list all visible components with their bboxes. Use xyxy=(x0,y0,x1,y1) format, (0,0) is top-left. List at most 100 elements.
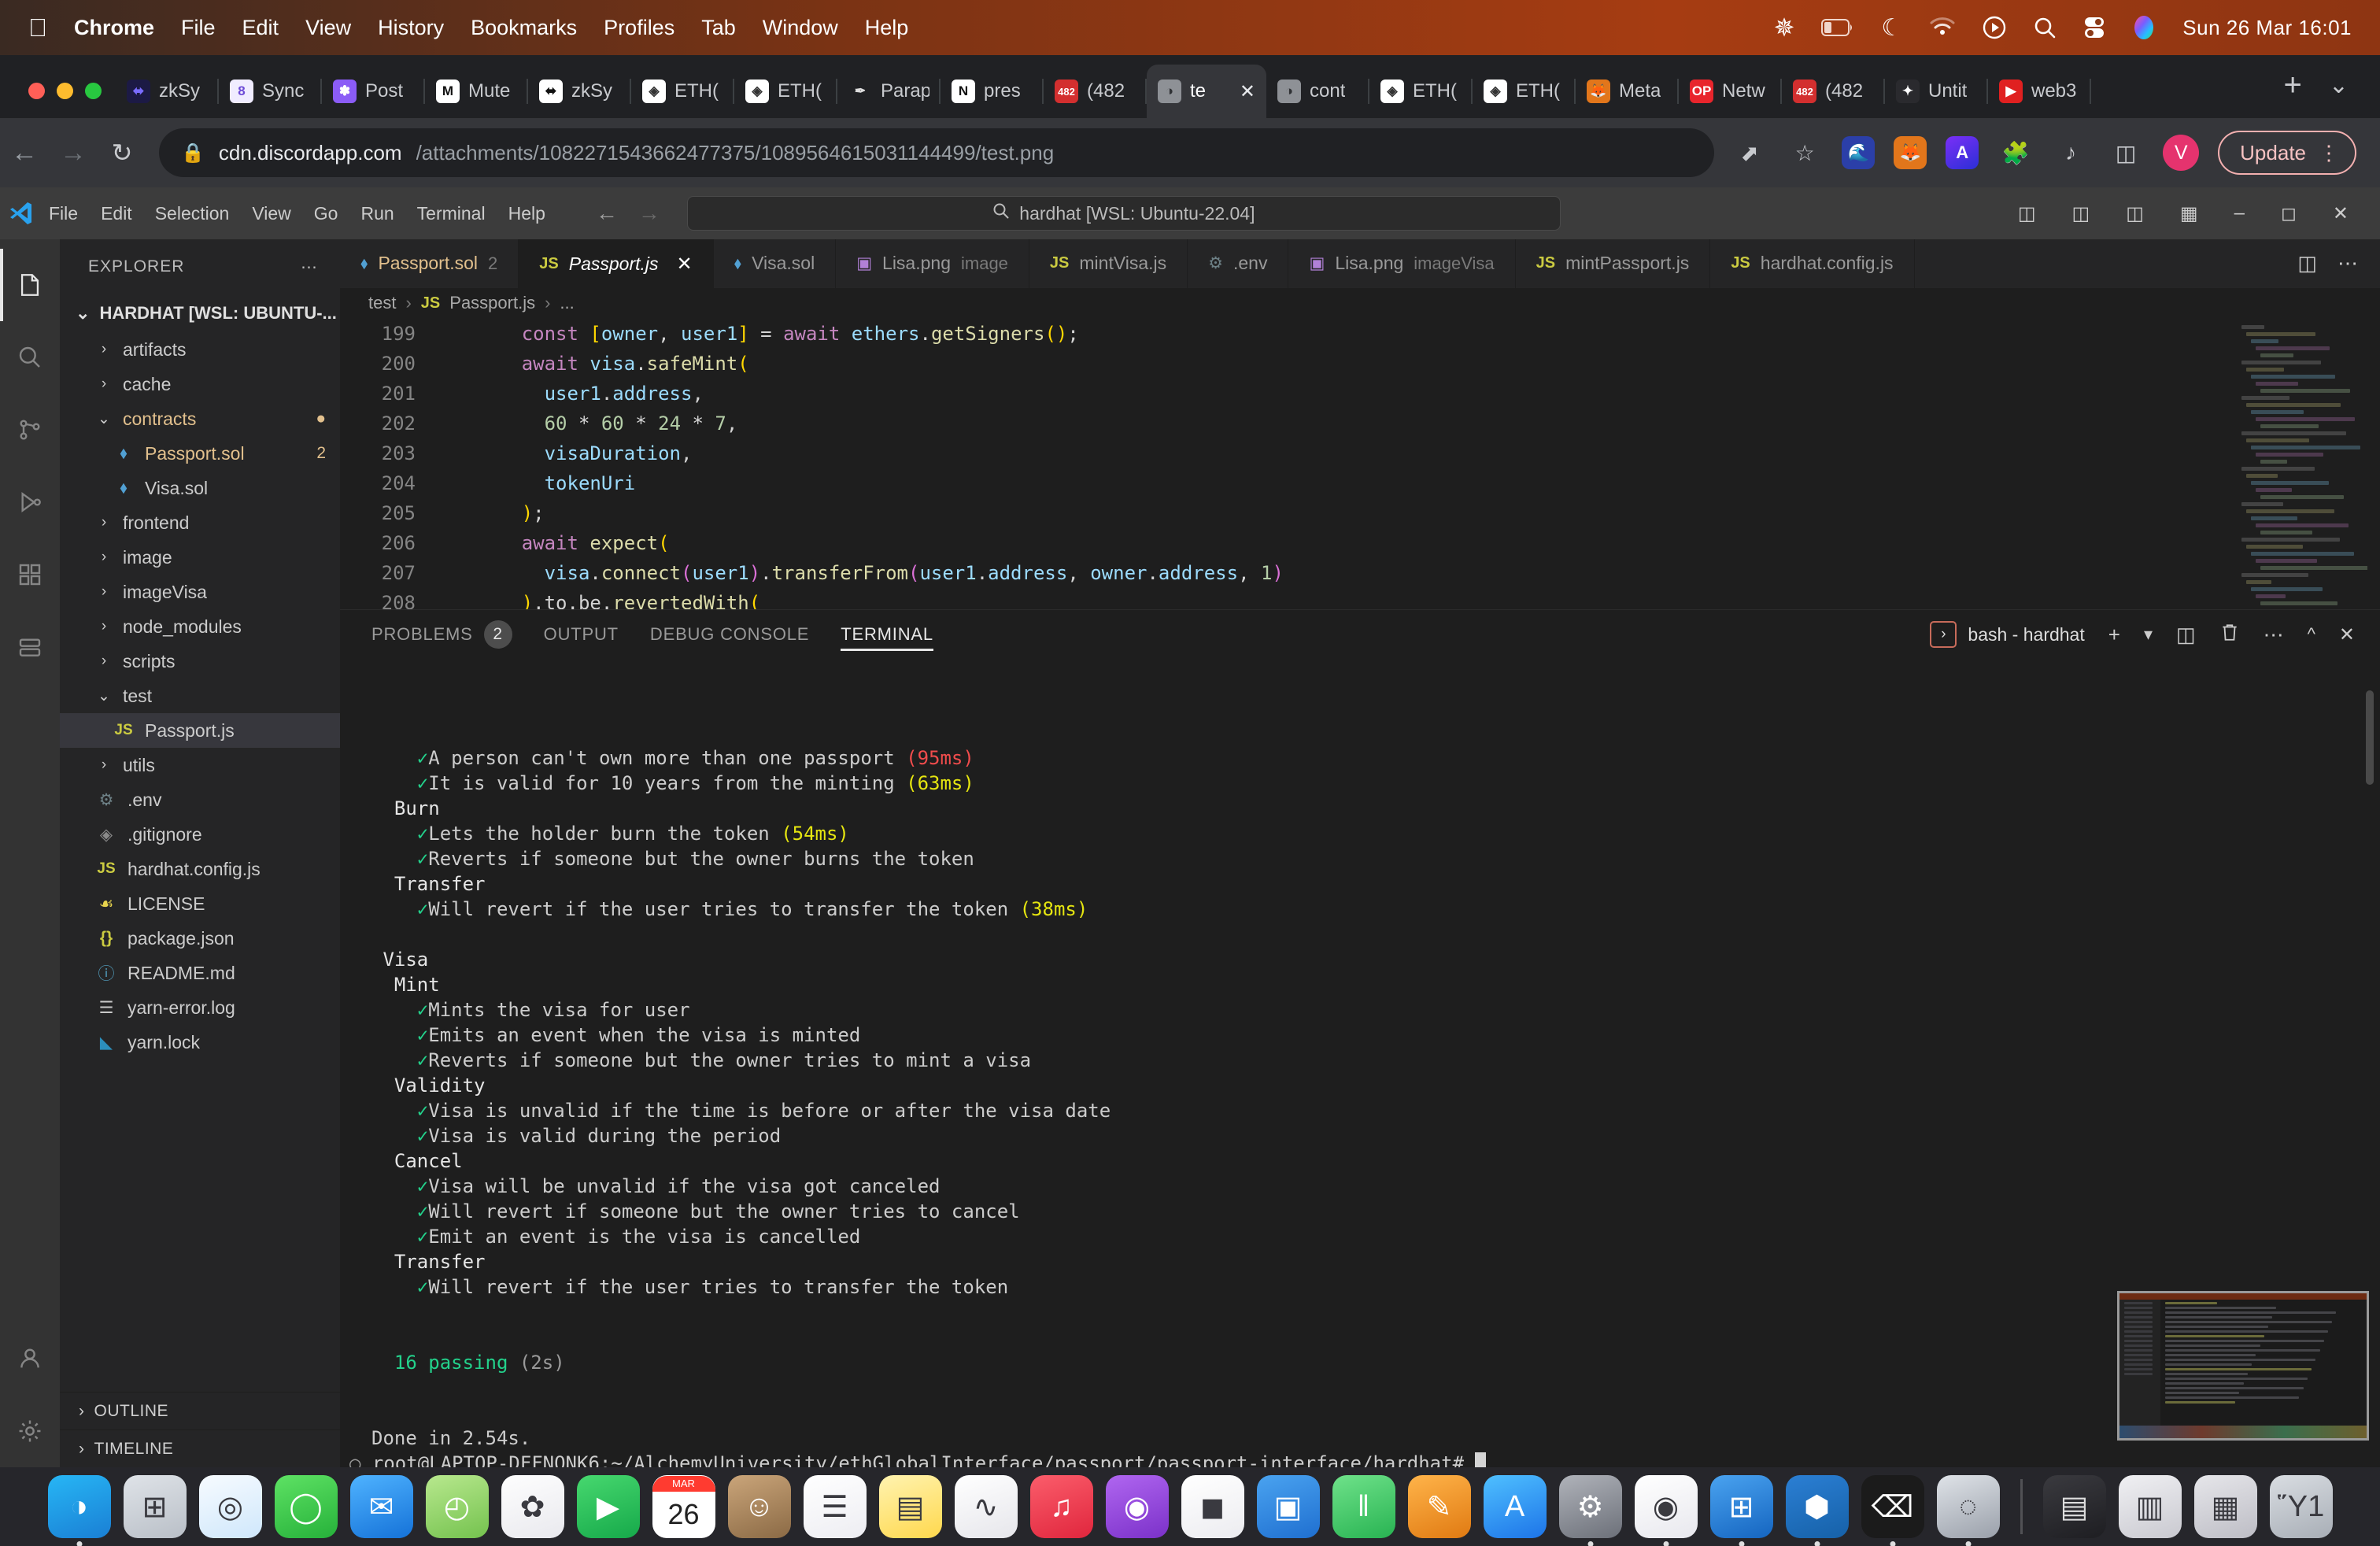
browser-tab[interactable]: ◑ cont xyxy=(1266,65,1369,118)
code-line[interactable]: visa.connect(user1).transferFrom(user1.a… xyxy=(453,558,2380,588)
new-terminal-icon[interactable]: + xyxy=(2108,623,2120,647)
code-line[interactable]: const [owner, user1] = await ethers.getS… xyxy=(453,319,2380,349)
code-line[interactable]: await visa.safeMint( xyxy=(453,349,2380,379)
browser-tab[interactable]: ◈ ETH( xyxy=(1369,65,1473,118)
dock-item-finder[interactable]: ◑ xyxy=(47,1475,111,1546)
panel-left-icon[interactable]: ◫ xyxy=(2018,202,2036,225)
dock-item-photos[interactable]: ✿ xyxy=(501,1475,564,1538)
sun-brightness-icon[interactable]: ✵ xyxy=(1774,13,1795,43)
dock-item-system-settings[interactable]: ⚙ xyxy=(1558,1475,1622,1546)
code-line[interactable]: ).to.be.revertedWith( xyxy=(453,588,2380,609)
dock-item-windows-app[interactable]: ⊞ xyxy=(1709,1475,1773,1546)
layout-grid-icon[interactable]: ▦ xyxy=(2180,202,2198,225)
moon-do-not-disturb-icon[interactable]: ☾ xyxy=(1881,14,1902,42)
search-spotlight-icon[interactable] xyxy=(2033,16,2057,39)
editor-tab-mintvisa-js[interactable]: JS mintVisa.js xyxy=(1029,239,1188,288)
terminal-dropdown-chevron-down-icon[interactable]: ▾ xyxy=(2144,624,2153,645)
code-line[interactable]: ); xyxy=(453,498,2380,528)
settings-gear-icon[interactable] xyxy=(0,1395,60,1467)
explorer-more-actions-icon[interactable]: ⋯ xyxy=(301,257,318,277)
browser-tab[interactable]: 8 Sync xyxy=(219,65,322,118)
address-bar[interactable]: 🔒 cdn.discordapp.com /attachments/108227… xyxy=(159,128,1715,177)
vs-menu-go[interactable]: Go xyxy=(314,203,338,224)
terminal-output[interactable]: ✓A person can't own more than one passpo… xyxy=(340,659,2380,1467)
menu-bookmarks[interactable]: Bookmarks xyxy=(471,16,577,40)
code-line[interactable]: user1.address, xyxy=(453,379,2380,409)
browser-tab[interactable]: 482 (482 xyxy=(1044,65,1147,118)
code-line[interactable]: await expect( xyxy=(453,528,2380,558)
tab-debug-console[interactable]: DEBUG CONSOLE xyxy=(650,610,809,659)
chevron-right-icon[interactable]: › xyxy=(93,514,115,531)
dock-item-notes[interactable]: ▤ xyxy=(878,1475,942,1538)
menu-window[interactable]: Window xyxy=(763,16,838,40)
bookmark-star-icon[interactable]: ☆ xyxy=(1787,135,1823,171)
activity-run-debug-icon[interactable] xyxy=(0,466,60,538)
dock-item-maps[interactable]: ◴ xyxy=(425,1475,489,1538)
kill-terminal-trash-icon[interactable] xyxy=(2219,621,2240,649)
code-line[interactable]: visaDuration, xyxy=(453,438,2380,468)
close-tab-button[interactable]: ✕ xyxy=(1240,80,1255,103)
clock[interactable]: Sun 26 Mar 16:01 xyxy=(2182,16,2352,40)
siri-icon[interactable] xyxy=(2132,15,2156,40)
editor-tab-lisa-png[interactable]: ▣ Lisa.png imageVisa xyxy=(1288,239,1516,288)
chevron-right-icon[interactable]: › xyxy=(93,375,115,393)
close-panel-icon[interactable]: ✕ xyxy=(2339,623,2355,646)
browser-tab[interactable]: ✒ Parap xyxy=(837,65,941,118)
new-tab-button[interactable]: + xyxy=(2265,69,2321,118)
dock-item-freeform[interactable]: ∿ xyxy=(954,1475,1018,1538)
minimize-window-button[interactable] xyxy=(57,83,73,99)
tab-output[interactable]: OUTPUT xyxy=(544,610,619,659)
dock-item-keynote[interactable]: ▣ xyxy=(1256,1475,1320,1538)
screenshot-thumbnail-preview[interactable] xyxy=(2117,1291,2369,1441)
minimap[interactable] xyxy=(2241,324,2367,608)
activity-explorer-icon[interactable] xyxy=(0,249,60,321)
breadcrumb-item-2[interactable]: ... xyxy=(560,293,574,313)
explorer-item-image[interactable]: › image xyxy=(60,540,340,575)
dock-item-tv[interactable]: ◼ xyxy=(1181,1475,1244,1538)
battery-icon[interactable] xyxy=(1821,19,1854,36)
dock-item-mail[interactable]: ✉ xyxy=(349,1475,413,1538)
chevron-right-icon[interactable]: › xyxy=(93,653,115,670)
editor-tab-passport-sol[interactable]: ⬧ Passport.sol 2 xyxy=(340,239,519,288)
explorer-item-scripts[interactable]: › scripts xyxy=(60,644,340,679)
command-center-search[interactable]: hardhat [WSL: Ubuntu-22.04] xyxy=(686,196,1561,231)
tab-search-chevron-down-icon[interactable]: ⌄ xyxy=(2321,72,2380,118)
browser-tab[interactable]: OP Netw xyxy=(1679,65,1782,118)
vs-nav-back[interactable]: ← xyxy=(596,201,618,226)
explorer-item-test[interactable]: ⌄ test xyxy=(60,679,340,713)
activity-remote-explorer-icon[interactable] xyxy=(0,611,60,683)
browser-tab-active[interactable]: ◑ te ✕ xyxy=(1147,65,1266,118)
menu-edit[interactable]: Edit xyxy=(242,16,279,40)
chevron-right-icon[interactable]: › xyxy=(93,756,115,774)
maximize-panel-icon[interactable]: ^ xyxy=(2308,624,2315,645)
panel-bottom-icon[interactable]: ◫ xyxy=(2072,202,2090,225)
split-editor-icon[interactable]: ◫ xyxy=(2297,251,2317,276)
dock-item-numbers[interactable]: ‖ xyxy=(1332,1475,1395,1538)
dock-item-terminal[interactable]: ⌫ xyxy=(1861,1475,1924,1546)
explorer-item-hardhat-config-js[interactable]: JS hardhat.config.js xyxy=(60,852,340,886)
browser-tab[interactable]: ⬌ zkSy xyxy=(528,65,631,118)
vs-menu-terminal[interactable]: Terminal xyxy=(417,203,486,224)
vs-nav-forward[interactable]: → xyxy=(638,201,660,226)
chevron-right-icon[interactable]: › xyxy=(93,549,115,566)
explorer-item-package-json[interactable]: {} package.json xyxy=(60,921,340,956)
menu-view[interactable]: View xyxy=(305,16,351,40)
chrome-menu-dots-icon[interactable]: ⋮ xyxy=(2319,141,2339,165)
menu-profiles[interactable]: Profiles xyxy=(604,16,674,40)
browser-tab[interactable]: 🦊 Meta xyxy=(1576,65,1679,118)
close-icon[interactable]: ✕ xyxy=(2333,202,2349,225)
menu-history[interactable]: History xyxy=(378,16,444,40)
editor-tab-mintpassport-js[interactable]: JS mintPassport.js xyxy=(1516,239,1711,288)
explorer-item-yarn-error-log[interactable]: ☰ yarn-error.log xyxy=(60,990,340,1025)
split-terminal-icon[interactable]: ◫ xyxy=(2176,623,2196,647)
dock-item-preview-loupe[interactable]: ◌ xyxy=(1936,1475,2000,1546)
back-button[interactable]: ← xyxy=(0,138,49,168)
explorer-item-visa-sol[interactable]: ⬧ Visa.sol xyxy=(60,471,340,505)
code-line[interactable]: tokenUri xyxy=(453,468,2380,498)
panel-right-icon[interactable]: ◫ xyxy=(2126,202,2144,225)
explorer-item-readme-md[interactable]: ⓘ README.md xyxy=(60,956,340,990)
browser-tab[interactable]: ✦ Untit xyxy=(1885,65,1988,118)
editor-tab--env[interactable]: ⚙ .env xyxy=(1188,239,1289,288)
metamask-fox-icon[interactable]: 🦊 xyxy=(1894,136,1927,169)
dock-item-launchpad[interactable]: ⊞ xyxy=(123,1475,187,1538)
